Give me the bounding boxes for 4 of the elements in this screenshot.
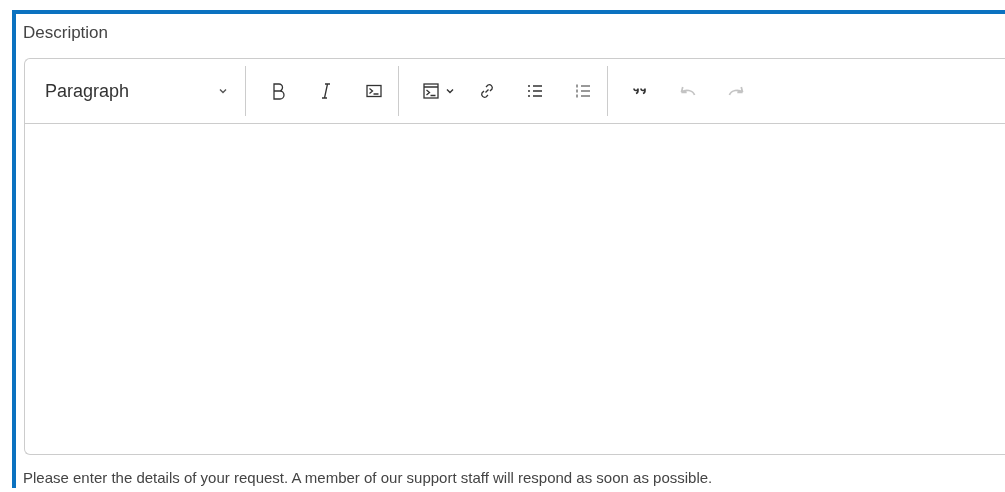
field-label: Description [23, 22, 110, 44]
help-text: Please enter the details of your request. A member of our support staff will respond as soon as possible. [23, 469, 714, 486]
block-format-dropdown[interactable]: Paragraph [35, 71, 245, 111]
caret-icon [219, 88, 227, 94]
